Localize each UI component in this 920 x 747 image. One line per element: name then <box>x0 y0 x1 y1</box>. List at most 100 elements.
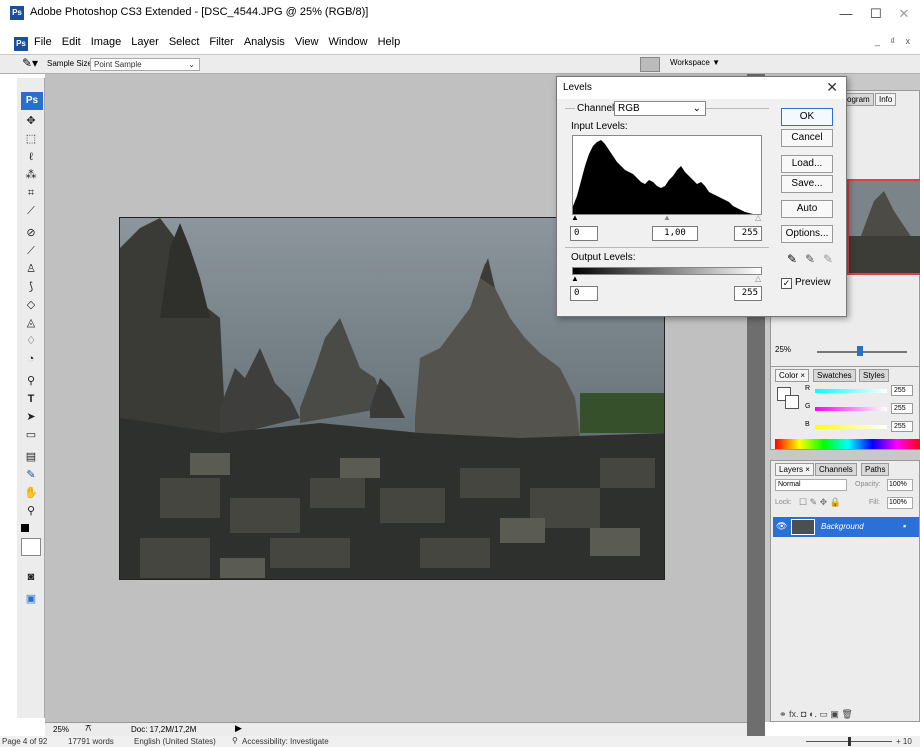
word-zoom[interactable]: + 10 <box>896 737 912 746</box>
eyedropper-tool-icon[interactable]: ✎▾ <box>22 56 38 70</box>
layer-row-background[interactable]: 👁 Background ▪ <box>773 517 919 537</box>
menu-analysis[interactable]: Analysis <box>244 36 285 48</box>
menu-window[interactable]: Window <box>328 36 367 48</box>
navigator-thumbnail[interactable] <box>847 179 920 275</box>
accessibility-status[interactable]: Accessibility: Investigate <box>242 737 329 746</box>
tab-layers[interactable]: Layers × <box>775 463 814 476</box>
tab-styles[interactable]: Styles <box>859 369 889 382</box>
menu-edit[interactable]: Edit <box>62 36 81 48</box>
output-white-slider[interactable]: △ <box>755 274 761 283</box>
menu-file[interactable]: File <box>34 36 52 48</box>
marquee-tool-icon[interactable]: ⬚ <box>23 132 39 146</box>
document-window-controls[interactable]: _ ₫ x <box>875 36 914 46</box>
color-ramp[interactable] <box>775 439 920 449</box>
crop-tool-icon[interactable]: ⌗ <box>23 186 39 200</box>
background-color-box[interactable] <box>785 395 799 409</box>
rectangle-tool-icon[interactable]: ▭ <box>23 428 39 442</box>
g-slider[interactable] <box>815 407 887 411</box>
white-eyedropper-icon[interactable]: ✎ <box>823 252 833 266</box>
input-white-field[interactable]: 255 <box>734 226 762 241</box>
foreground-color-swatch[interactable] <box>21 538 41 556</box>
word-count[interactable]: 17791 words <box>68 737 114 746</box>
brush-tool-icon[interactable]: ⟋ <box>23 244 39 258</box>
menu-select[interactable]: Select <box>169 36 200 48</box>
input-black-field[interactable]: 0 <box>570 226 598 241</box>
workspace-icon[interactable] <box>640 57 660 72</box>
auto-button[interactable]: Auto <box>781 200 833 218</box>
b-slider[interactable] <box>815 425 887 429</box>
output-black-field[interactable]: 0 <box>570 286 598 301</box>
hand-tool-icon[interactable]: ✋ <box>23 486 39 500</box>
move-tool-icon[interactable]: ✥ <box>23 114 39 128</box>
tab-swatches[interactable]: Swatches <box>813 369 856 382</box>
quick-mask-icon[interactable]: ◙ <box>23 570 39 584</box>
menu-image[interactable]: Image <box>91 36 122 48</box>
workspace-button[interactable]: Workspace ▼ <box>670 58 720 67</box>
type-tool-icon[interactable]: T <box>23 392 39 406</box>
blend-mode-select[interactable]: Normal <box>775 479 847 491</box>
menu-filter[interactable]: Filter <box>209 36 233 48</box>
default-colors-icon[interactable] <box>21 524 29 532</box>
menu-help[interactable]: Help <box>378 36 401 48</box>
history-brush-tool-icon[interactable]: ⟆ <box>23 280 39 294</box>
status-icon[interactable]: ⚻ <box>85 723 92 734</box>
save-button[interactable]: Save... <box>781 175 833 193</box>
lasso-tool-icon[interactable]: ℓ <box>23 150 39 164</box>
output-black-slider[interactable]: ▲ <box>571 274 579 283</box>
notes-tool-icon[interactable]: ▤ <box>23 450 39 464</box>
tab-histogram[interactable]: ogram <box>843 93 874 106</box>
navigator-zoom[interactable]: 25% <box>775 345 791 354</box>
tab-channels[interactable]: Channels <box>815 463 857 476</box>
options-button[interactable]: Options... <box>781 225 833 243</box>
status-zoom[interactable]: 25% <box>53 725 69 734</box>
load-button[interactable]: Load... <box>781 155 833 173</box>
page-count[interactable]: Page 4 of 92 <box>2 737 47 746</box>
zoom-slider-handle[interactable] <box>857 346 863 356</box>
sample-size-select[interactable]: Point Sample ⌄ <box>90 58 200 71</box>
tab-color[interactable]: Color × <box>775 369 810 382</box>
input-gamma-slider[interactable]: ▲ <box>663 213 671 222</box>
tab-info[interactable]: Info <box>875 93 897 106</box>
input-gamma-field[interactable]: 1,00 <box>652 226 698 241</box>
status-menu-arrow-icon[interactable]: ▶ <box>235 723 242 734</box>
blur-tool-icon[interactable]: ♢ <box>23 334 39 348</box>
gray-eyedropper-icon[interactable]: ✎ <box>805 252 815 266</box>
menu-view[interactable]: View <box>295 36 319 48</box>
eye-icon[interactable]: 👁 <box>776 521 787 532</box>
document-icon[interactable]: Ps <box>14 37 28 51</box>
language[interactable]: English (United States) <box>134 737 216 746</box>
pen-tool-icon[interactable]: ⚲ <box>23 374 39 388</box>
g-value[interactable]: 255 <box>891 403 913 414</box>
r-value[interactable]: 255 <box>891 385 913 396</box>
menu-layer[interactable]: Layer <box>131 36 159 48</box>
tab-paths[interactable]: Paths <box>861 463 890 476</box>
zoom-slider-thumb[interactable] <box>848 737 851 746</box>
healing-brush-tool-icon[interactable]: ⊘ <box>23 226 39 240</box>
close-button[interactable]: ✕ <box>888 4 920 24</box>
dodge-tool-icon[interactable]: ◔ <box>23 352 39 366</box>
layer-footer-icons[interactable]: ⚭ fx. ◘ ◐. ▭ ▣ 🗑 <box>779 709 853 720</box>
paint-bucket-tool-icon[interactable]: ◬ <box>23 316 39 330</box>
fill-value[interactable]: 100% <box>887 497 913 509</box>
b-value[interactable]: 255 <box>891 421 913 432</box>
black-eyedropper-icon[interactable]: ✎ <box>787 252 797 266</box>
r-slider[interactable] <box>815 389 887 393</box>
opacity-value[interactable]: 100% <box>887 479 913 491</box>
screen-mode-icon[interactable]: ▣ <box>23 592 39 606</box>
lock-icons[interactable]: ☐ ✎ ✥ 🔒 <box>799 497 841 508</box>
input-black-slider[interactable]: ▲ <box>571 213 579 222</box>
slice-tool-icon[interactable]: ⟋ <box>23 204 39 218</box>
channel-select[interactable]: RGB ⌄ <box>614 101 706 116</box>
close-icon[interactable]: ✕ <box>826 79 838 96</box>
preview-checkbox[interactable]: ✓ <box>781 278 792 289</box>
path-selection-tool-icon[interactable]: ➤ <box>23 410 39 424</box>
cancel-button[interactable]: Cancel <box>781 129 833 147</box>
input-white-slider[interactable]: △ <box>755 213 761 222</box>
output-white-field[interactable]: 255 <box>734 286 762 301</box>
clone-stamp-tool-icon[interactable]: ♙ <box>23 262 39 276</box>
zoom-tool-icon[interactable]: ⚲ <box>23 504 39 518</box>
eyedropper-tool-icon[interactable]: ✎ <box>23 468 39 482</box>
magic-wand-tool-icon[interactable]: ⁂ <box>23 168 39 182</box>
eraser-tool-icon[interactable]: ◇ <box>23 298 39 312</box>
ok-button[interactable]: OK <box>781 108 833 126</box>
